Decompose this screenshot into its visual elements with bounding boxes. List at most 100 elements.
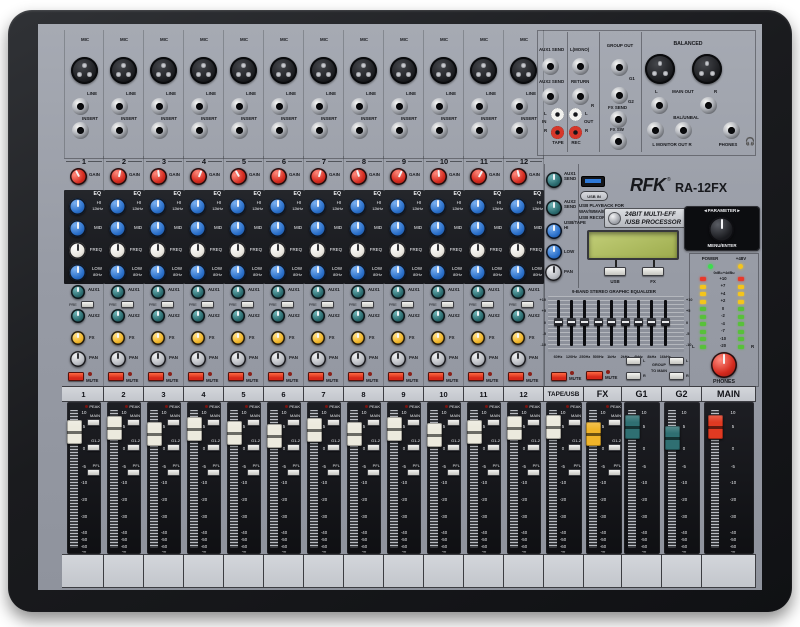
peak-led [365, 405, 369, 409]
pfl-button[interactable] [287, 469, 300, 476]
main-button[interactable] [327, 419, 340, 426]
g12-button[interactable] [287, 444, 300, 451]
main-button[interactable] [447, 419, 460, 426]
main-button[interactable] [207, 419, 220, 426]
fader-cap[interactable] [267, 424, 282, 448]
pfl-button[interactable] [487, 469, 500, 476]
g12-button[interactable] [568, 444, 581, 451]
g12-button[interactable] [367, 444, 380, 451]
fader-strip-7: 1050-5-10-20-30-40-50-60-∞PEAKMAING1-2PF… [307, 402, 341, 554]
pfl-button[interactable] [247, 469, 260, 476]
main-button-label: MAIN [571, 413, 581, 418]
fader-scale-mark: -30 [600, 514, 606, 519]
g12-button[interactable] [327, 444, 340, 451]
fader-scale-mark: -20 [641, 497, 647, 502]
main-button-label: MAIN [170, 413, 180, 418]
g12-button[interactable] [527, 444, 540, 451]
fader-cap[interactable] [67, 420, 82, 444]
pfl-button[interactable] [447, 469, 460, 476]
peak-led [405, 405, 409, 409]
fader-scale-mark: 10 [402, 410, 407, 415]
pfl-button[interactable] [327, 469, 340, 476]
fader-scale-mark: -30 [681, 514, 687, 519]
fader-scale-mark: -20 [560, 497, 566, 502]
main-button[interactable] [127, 419, 140, 426]
fader-scale-mark: -50 [681, 537, 687, 542]
fader-strip-tape-usb: 1050-5-10-20-30-40-50-60-∞PEAKMAING1-2PF… [546, 402, 582, 554]
g12-button[interactable] [247, 444, 260, 451]
pfl-button[interactable] [568, 469, 581, 476]
fader-scale-mark: -10 [641, 480, 647, 485]
fader-cap[interactable] [307, 418, 322, 442]
fader-cap[interactable] [467, 420, 482, 444]
fader-cap[interactable] [507, 416, 522, 440]
main-button-label: MAIN [210, 413, 220, 418]
fader-scale-mark: 5 [243, 424, 245, 429]
fader-cap[interactable] [427, 423, 442, 447]
fader-cap[interactable] [586, 422, 601, 446]
fader-strip-5: 1050-5-10-20-30-40-50-60-∞PEAKMAING1-2PF… [227, 402, 261, 554]
fader-scale-mark: -10 [481, 480, 487, 485]
g12-button[interactable] [447, 444, 460, 451]
fader-cap[interactable] [708, 415, 723, 439]
g12-button[interactable] [127, 444, 140, 451]
pfl-button[interactable] [608, 469, 621, 476]
main-button[interactable] [568, 419, 581, 426]
fader-scale-mark: -10 [521, 480, 527, 485]
fader-scale-mark: -30 [641, 514, 647, 519]
fader-scale-mark: -50 [600, 537, 606, 542]
fader-scale-mark: -10 [441, 480, 447, 485]
fader-scale-mark: 10 [282, 410, 287, 415]
pfl-button[interactable] [127, 469, 140, 476]
main-button[interactable] [407, 419, 420, 426]
fader-strip-g1: 1050-5-10-20-30-40-50-60-∞ [624, 402, 660, 554]
fader-cap[interactable] [147, 422, 162, 446]
fader-scale-mark: -30 [481, 514, 487, 519]
peak-label: PEAK [169, 404, 180, 409]
g12-button[interactable] [407, 444, 420, 451]
fader-scale-mark: -5 [561, 464, 565, 469]
pfl-button[interactable] [527, 469, 540, 476]
bottom-band-segment [104, 555, 144, 587]
main-button[interactable] [247, 419, 260, 426]
bottom-band-segment [544, 555, 584, 587]
pfl-button[interactable] [407, 469, 420, 476]
main-button[interactable] [608, 419, 621, 426]
main-button[interactable] [487, 419, 500, 426]
g12-button[interactable] [608, 444, 621, 451]
pfl-button[interactable] [367, 469, 380, 476]
main-button-label: MAIN [450, 413, 460, 418]
main-button[interactable] [287, 419, 300, 426]
fader-scale-mark: -5 [162, 464, 166, 469]
fader-scale-mark: 10 [731, 410, 736, 415]
main-button[interactable] [367, 419, 380, 426]
g12-button[interactable] [207, 444, 220, 451]
fader-cap[interactable] [665, 426, 680, 450]
peak-label: PEAK [449, 404, 460, 409]
fader-scale-mark: -30 [730, 514, 736, 519]
g12-button[interactable] [487, 444, 500, 451]
fader-scale-mark: 0 [243, 446, 245, 451]
fader-scale-mark: -50 [361, 537, 367, 542]
fader-cap[interactable] [187, 417, 202, 441]
fader-scale-mark: -10 [161, 480, 167, 485]
pfl-button[interactable] [207, 469, 220, 476]
main-button[interactable] [87, 419, 100, 426]
fader-cap[interactable] [387, 417, 402, 441]
fader-cap[interactable] [625, 415, 640, 439]
fader-cap[interactable] [107, 416, 122, 440]
pfl-button[interactable] [87, 469, 100, 476]
fader-scale-mark: -20 [441, 497, 447, 502]
bottom-band-segment [662, 555, 702, 587]
fader-cap[interactable] [546, 415, 561, 439]
g12-button[interactable] [167, 444, 180, 451]
fader-cap[interactable] [347, 422, 362, 446]
main-button[interactable] [167, 419, 180, 426]
fader-cap[interactable] [227, 421, 242, 445]
pfl-button[interactable] [167, 469, 180, 476]
fader-strip-6: 1050-5-10-20-30-40-50-60-∞PEAKMAING1-2PF… [267, 402, 301, 554]
pfl-button-label: PFL [253, 463, 260, 468]
main-button[interactable] [527, 419, 540, 426]
fader-strip-10: 1050-5-10-20-30-40-50-60-∞PEAKMAING1-2PF… [427, 402, 461, 554]
g12-button[interactable] [87, 444, 100, 451]
